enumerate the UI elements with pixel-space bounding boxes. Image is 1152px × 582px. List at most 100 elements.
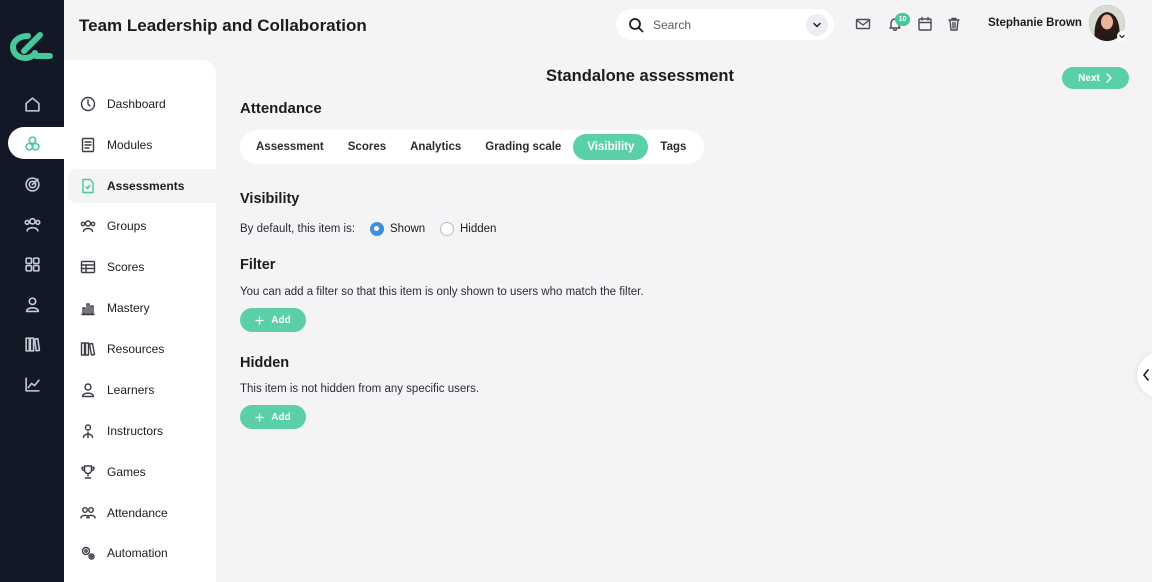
avatar-chevron-icon[interactable] bbox=[1116, 31, 1128, 41]
chart-icon bbox=[24, 376, 40, 392]
trophy-icon bbox=[80, 464, 96, 480]
visibility-heading: Visibility bbox=[240, 191, 300, 207]
radio-hidden-indicator bbox=[440, 222, 454, 236]
notification-count-badge: 10 bbox=[895, 13, 910, 26]
instructors-icon bbox=[80, 423, 96, 439]
sidebar-item-label: Modules bbox=[107, 138, 153, 152]
search-dropdown-button[interactable] bbox=[806, 13, 828, 36]
modules-icon bbox=[24, 135, 40, 151]
section-title: Attendance bbox=[240, 100, 322, 117]
mail-icon bbox=[855, 18, 871, 30]
rail-grid[interactable] bbox=[0, 248, 64, 280]
app-title: Team Leadership and Collaboration bbox=[79, 16, 367, 35]
sidebar-item-mastery[interactable]: Mastery bbox=[68, 291, 216, 325]
sidebar-item-label: Automation bbox=[107, 546, 168, 560]
sidebar-item-automation[interactable]: Automation bbox=[68, 536, 216, 570]
scores-icon bbox=[80, 259, 96, 275]
sidebar-item-dashboard[interactable]: Dashboard bbox=[68, 87, 216, 121]
user-icon bbox=[25, 296, 39, 312]
rail-target[interactable] bbox=[0, 168, 64, 200]
search-icon bbox=[629, 17, 644, 32]
trash-button[interactable] bbox=[946, 16, 962, 32]
tab-bar: Assessment Scores Analytics Grading scal… bbox=[240, 130, 704, 164]
assessments-icon bbox=[80, 178, 96, 194]
radio-hidden[interactable]: Hidden bbox=[440, 222, 496, 236]
sidebar-item-label: Learners bbox=[107, 383, 155, 397]
sidebar-item-modules[interactable]: Modules bbox=[68, 128, 216, 162]
rail-modules[interactable] bbox=[0, 127, 64, 159]
learners-icon bbox=[80, 382, 96, 398]
filter-description: You can add a filter so that this item i… bbox=[240, 286, 644, 298]
tab-visibility[interactable]: Visibility bbox=[573, 134, 649, 160]
groups-icon bbox=[80, 218, 96, 234]
sidebar-nav: Dashboard Modules Assessments Groups Sco… bbox=[64, 60, 216, 582]
mail-button[interactable] bbox=[855, 16, 871, 32]
icon-rail bbox=[0, 0, 68, 582]
home-icon bbox=[24, 96, 40, 112]
trash-icon bbox=[948, 17, 960, 31]
sidebar-item-label: Attendance bbox=[107, 506, 168, 520]
rail-user[interactable] bbox=[0, 288, 64, 320]
library-icon bbox=[24, 336, 40, 352]
tab-assessment[interactable]: Assessment bbox=[244, 134, 336, 160]
filter-heading: Filter bbox=[240, 257, 276, 273]
plus-icon bbox=[255, 316, 264, 324]
chevron-right-icon bbox=[1106, 73, 1112, 83]
tab-grading-scale[interactable]: Grading scale bbox=[473, 134, 573, 160]
panel-toggle-button[interactable] bbox=[1137, 352, 1152, 398]
rail-library[interactable] bbox=[0, 328, 64, 360]
sidebar-item-label: Dashboard bbox=[107, 97, 166, 111]
mastery-icon bbox=[80, 300, 96, 316]
automation-icon bbox=[80, 545, 96, 561]
modules-list-icon bbox=[80, 137, 96, 153]
sidebar-item-label: Resources bbox=[107, 342, 165, 356]
sidebar-item-label: Groups bbox=[107, 219, 147, 233]
next-button[interactable]: Next bbox=[1062, 67, 1129, 89]
user-name: Stephanie Brown bbox=[988, 17, 1082, 29]
plus-icon bbox=[255, 413, 264, 421]
radio-shown-indicator bbox=[370, 222, 384, 236]
resources-icon bbox=[80, 341, 96, 357]
tab-analytics[interactable]: Analytics bbox=[398, 134, 473, 160]
sidebar-item-assessments[interactable]: Assessments bbox=[68, 169, 216, 203]
chevron-left-icon bbox=[1142, 369, 1149, 381]
tab-scores[interactable]: Scores bbox=[336, 134, 398, 160]
sidebar-item-label: Assessments bbox=[107, 179, 185, 193]
add-filter-button[interactable]: Add bbox=[240, 308, 306, 332]
hidden-heading: Hidden bbox=[240, 355, 290, 371]
sidebar-item-learners[interactable]: Learners bbox=[68, 373, 216, 407]
next-button-label: Next bbox=[1078, 72, 1100, 84]
add-filter-label: Add bbox=[271, 314, 291, 326]
sidebar-item-scores[interactable]: Scores bbox=[68, 250, 216, 284]
sidebar-item-games[interactable]: Games bbox=[68, 455, 216, 489]
sidebar-item-instructors[interactable]: Instructors bbox=[68, 414, 216, 448]
radio-hidden-label: Hidden bbox=[460, 223, 497, 235]
radio-shown-label: Shown bbox=[390, 223, 426, 235]
attendance-icon bbox=[80, 505, 96, 521]
calendar-button[interactable] bbox=[917, 16, 933, 32]
radio-shown[interactable]: Shown bbox=[370, 222, 425, 236]
sidebar-item-label: Games bbox=[107, 465, 146, 479]
sidebar-item-groups[interactable]: Groups bbox=[68, 209, 216, 243]
sidebar-item-label: Mastery bbox=[107, 301, 150, 315]
grid-icon bbox=[24, 256, 40, 272]
hidden-description: This item is not hidden from any specifi… bbox=[240, 383, 480, 395]
search-bar[interactable]: Search bbox=[616, 9, 834, 40]
sidebar-item-attendance[interactable]: Attendance bbox=[68, 496, 216, 530]
calendar-icon bbox=[918, 16, 932, 31]
visibility-prompt: By default, this item is: bbox=[240, 223, 356, 235]
rail-chart[interactable] bbox=[0, 368, 64, 400]
page-title: Standalone assessment bbox=[546, 67, 734, 85]
search-input[interactable]: Search bbox=[653, 18, 806, 32]
tab-tags[interactable]: Tags bbox=[648, 134, 698, 160]
target-icon bbox=[24, 176, 40, 192]
groups-icon bbox=[23, 217, 41, 232]
chevron-down-icon bbox=[813, 22, 821, 28]
sidebar-item-resources[interactable]: Resources bbox=[68, 332, 216, 366]
sidebar-item-label: Scores bbox=[107, 260, 145, 274]
brand-logo[interactable] bbox=[10, 30, 54, 62]
add-hidden-user-button[interactable]: Add bbox=[240, 405, 306, 429]
rail-groups[interactable] bbox=[0, 208, 64, 240]
dashboard-icon bbox=[80, 96, 96, 112]
rail-home[interactable] bbox=[0, 88, 64, 120]
